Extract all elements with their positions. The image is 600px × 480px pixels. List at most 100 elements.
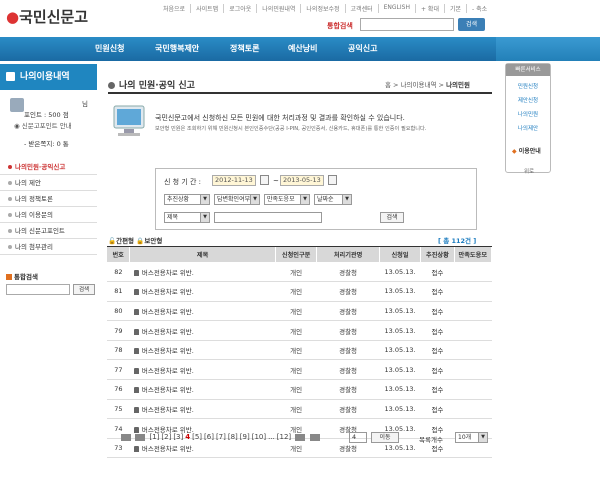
page-go-button[interactable]: 이동: [371, 432, 399, 443]
date-from-input[interactable]: 2012-11-13: [212, 175, 256, 186]
zoom-out-link[interactable]: - 축소: [467, 4, 492, 13]
table-row[interactable]: 80 버스전용차로 위반. 개인 경찰청 13.05.13. 접수: [107, 301, 492, 322]
first-page-icon[interactable]: [121, 433, 131, 441]
table-row[interactable]: 78 버스전용차로 위반. 개인 경찰청 13.05.13. 접수: [107, 340, 492, 361]
page-link[interactable]: [5]: [192, 433, 202, 441]
top-link-home[interactable]: 처음으로: [158, 4, 192, 13]
page-link[interactable]: [6]: [204, 433, 214, 441]
calendar-from-icon[interactable]: [260, 175, 269, 185]
table-row[interactable]: 79 버스전용차로 위반. 개인 경찰청 13.05.13. 접수: [107, 320, 492, 341]
points-guide-link[interactable]: ◉ 신문고포인트 안내: [14, 120, 72, 130]
cell-date: 13.05.13.: [379, 340, 421, 361]
site-logo[interactable]: ●국민신문고: [6, 6, 88, 27]
lock-icon: [133, 406, 139, 413]
row-title-link[interactable]: 버스전용차로 위반.: [142, 328, 194, 336]
sidebar-item-my-debates[interactable]: 나의 정책토론: [0, 191, 97, 207]
search-field-select[interactable]: 제목 ▼: [164, 212, 210, 223]
calendar-to-icon[interactable]: [328, 175, 337, 185]
page-size-select[interactable]: 10개 ▼: [455, 432, 488, 443]
cell-title[interactable]: 버스전용차로 위반.: [129, 359, 276, 381]
page-number-input[interactable]: 4: [349, 432, 367, 443]
table-row[interactable]: 81 버스전용차로 위반. 개인 경찰청 13.05.13. 접수: [107, 281, 492, 302]
filter-search-input[interactable]: [214, 212, 322, 223]
row-title-link[interactable]: 버스전용차로 위반.: [142, 386, 194, 394]
top-link-help-center[interactable]: 고객센터: [346, 4, 379, 13]
date-to-input[interactable]: 2013-05-13: [280, 175, 324, 186]
row-title-link[interactable]: 버스전용차로 위반.: [142, 367, 194, 375]
zoom-in-link[interactable]: + 확대: [416, 4, 445, 13]
sidebar-search-input[interactable]: [6, 284, 70, 295]
satisfaction-select[interactable]: 만족도응모 ▼: [264, 194, 310, 205]
answer-check-select[interactable]: 답변확인여부 ▼: [214, 194, 260, 205]
cell-title[interactable]: 버스전용차로 위반.: [129, 301, 276, 322]
quick-link-proposal[interactable]: 제안신청: [506, 96, 550, 104]
page-link[interactable]: [7]: [216, 433, 226, 441]
sidebar-item-my-points[interactable]: 나의 신문고포인트: [0, 223, 97, 239]
sidebar-item-my-proposals[interactable]: 나의 제안: [0, 175, 97, 191]
row-title-link[interactable]: 버스전용차로 위반.: [142, 269, 194, 277]
cell-title[interactable]: 버스전용차로 위반.: [129, 399, 276, 420]
cell-title[interactable]: 버스전용차로 위반.: [129, 281, 276, 302]
row-title-link[interactable]: 버스전용차로 위반.: [142, 445, 194, 453]
page-link[interactable]: [3]: [173, 433, 183, 441]
page-link[interactable]: [8]: [228, 433, 238, 441]
table-row[interactable]: 77 버스전용차로 위반. 개인 경찰청 13.05.13. 접수: [107, 359, 492, 381]
breadcrumb-my-usage[interactable]: 나의이용내역: [401, 81, 437, 89]
table-row[interactable]: 76 버스전용차로 위반. 개인 경찰청 13.05.13. 접수: [107, 379, 492, 400]
next-page-icon[interactable]: [295, 433, 306, 441]
received-messages[interactable]: - 받은쪽지: 0 통: [24, 138, 69, 148]
nav-item-public-report[interactable]: 공익신고: [348, 37, 377, 61]
top-link-logout[interactable]: 로그아웃: [224, 4, 258, 13]
cell-title[interactable]: 버스전용차로 위반.: [129, 438, 276, 459]
nav-item-policy-debate[interactable]: 정책토론: [230, 37, 259, 61]
quick-link-my-complaints[interactable]: 나의민원: [506, 110, 550, 118]
page-link[interactable]: [1]: [149, 433, 159, 441]
cell-title[interactable]: 버스전용차로 위반.: [129, 320, 276, 341]
breadcrumb-home[interactable]: 홈: [385, 81, 391, 89]
row-title-link[interactable]: 버스전용차로 위반.: [142, 288, 194, 296]
cell-title[interactable]: 버스전용차로 위반.: [129, 379, 276, 400]
top-link-sitemap[interactable]: 사이트맵: [191, 4, 225, 13]
search-icon: [6, 274, 12, 280]
sidebar-search-button[interactable]: 검색: [73, 284, 95, 295]
sidebar-item-my-complaints[interactable]: 나의민원·공익신고: [0, 159, 97, 175]
sidebar-search-label: 통합검색: [6, 271, 38, 281]
quick-service-header: 빠른서비스: [506, 64, 550, 76]
sidebar-item-my-attachments[interactable]: 나의 첨부관리: [0, 239, 97, 255]
last-page-icon[interactable]: [309, 433, 320, 441]
prev-page-icon[interactable]: [135, 433, 146, 441]
page-link[interactable]: [2]: [161, 433, 171, 441]
back-to-top-link[interactable]: 위로: [524, 167, 534, 175]
nav-item-proposal[interactable]: 국민행복제안: [155, 37, 199, 61]
row-title-link[interactable]: 버스전용차로 위반.: [142, 347, 194, 355]
page-link[interactable]: [12]: [277, 433, 291, 441]
table-row[interactable]: 75 버스전용차로 위반. 개인 경찰청 13.05.13. 접수: [107, 399, 492, 420]
cell-applicant: 개인: [275, 281, 317, 302]
search-input[interactable]: [360, 18, 454, 31]
cell-title[interactable]: 버스전용차로 위반.: [129, 340, 276, 361]
nav-item-budget-waste[interactable]: 예산낭비: [288, 37, 317, 61]
row-title-link[interactable]: 버스전용차로 위반.: [142, 406, 194, 414]
top-link-edit-profile[interactable]: 나의정보수정: [301, 4, 346, 13]
total-count: [ 총 112건 ]: [438, 237, 477, 245]
sort-select[interactable]: 날짜순 ▼: [314, 194, 352, 205]
sidebar-item-my-inquiries[interactable]: 나의 이용문의: [0, 207, 97, 223]
search-label: 통합검색: [327, 22, 353, 30]
page-link[interactable]: [10]: [252, 433, 266, 441]
cell-number: 80: [107, 301, 130, 322]
nav-item-complaint[interactable]: 민원신청: [95, 37, 124, 61]
row-title-link[interactable]: 버스전용차로 위반.: [142, 308, 194, 316]
filter-search-button[interactable]: 검색: [380, 212, 404, 223]
quick-link-complaint[interactable]: 민원신청: [506, 82, 550, 90]
top-link-english[interactable]: ENGLISH: [379, 4, 416, 13]
zoom-default-link[interactable]: 기본: [445, 4, 468, 13]
quick-link-my-proposals[interactable]: 나의제안: [506, 124, 550, 132]
cell-title[interactable]: 버스전용차로 위반.: [129, 262, 276, 283]
cell-number: 78: [107, 340, 130, 361]
usage-guide-link[interactable]: ◆ 이용안내: [512, 146, 541, 155]
table-row[interactable]: 82 버스전용차로 위반. 개인 경찰청 13.05.13. 접수: [107, 262, 492, 283]
search-button[interactable]: 검색: [458, 18, 485, 31]
page-link[interactable]: [9]: [240, 433, 250, 441]
top-link-my-complaints[interactable]: 나의민원내역: [257, 4, 302, 13]
status-select[interactable]: 추진상황 ▼: [164, 194, 210, 205]
